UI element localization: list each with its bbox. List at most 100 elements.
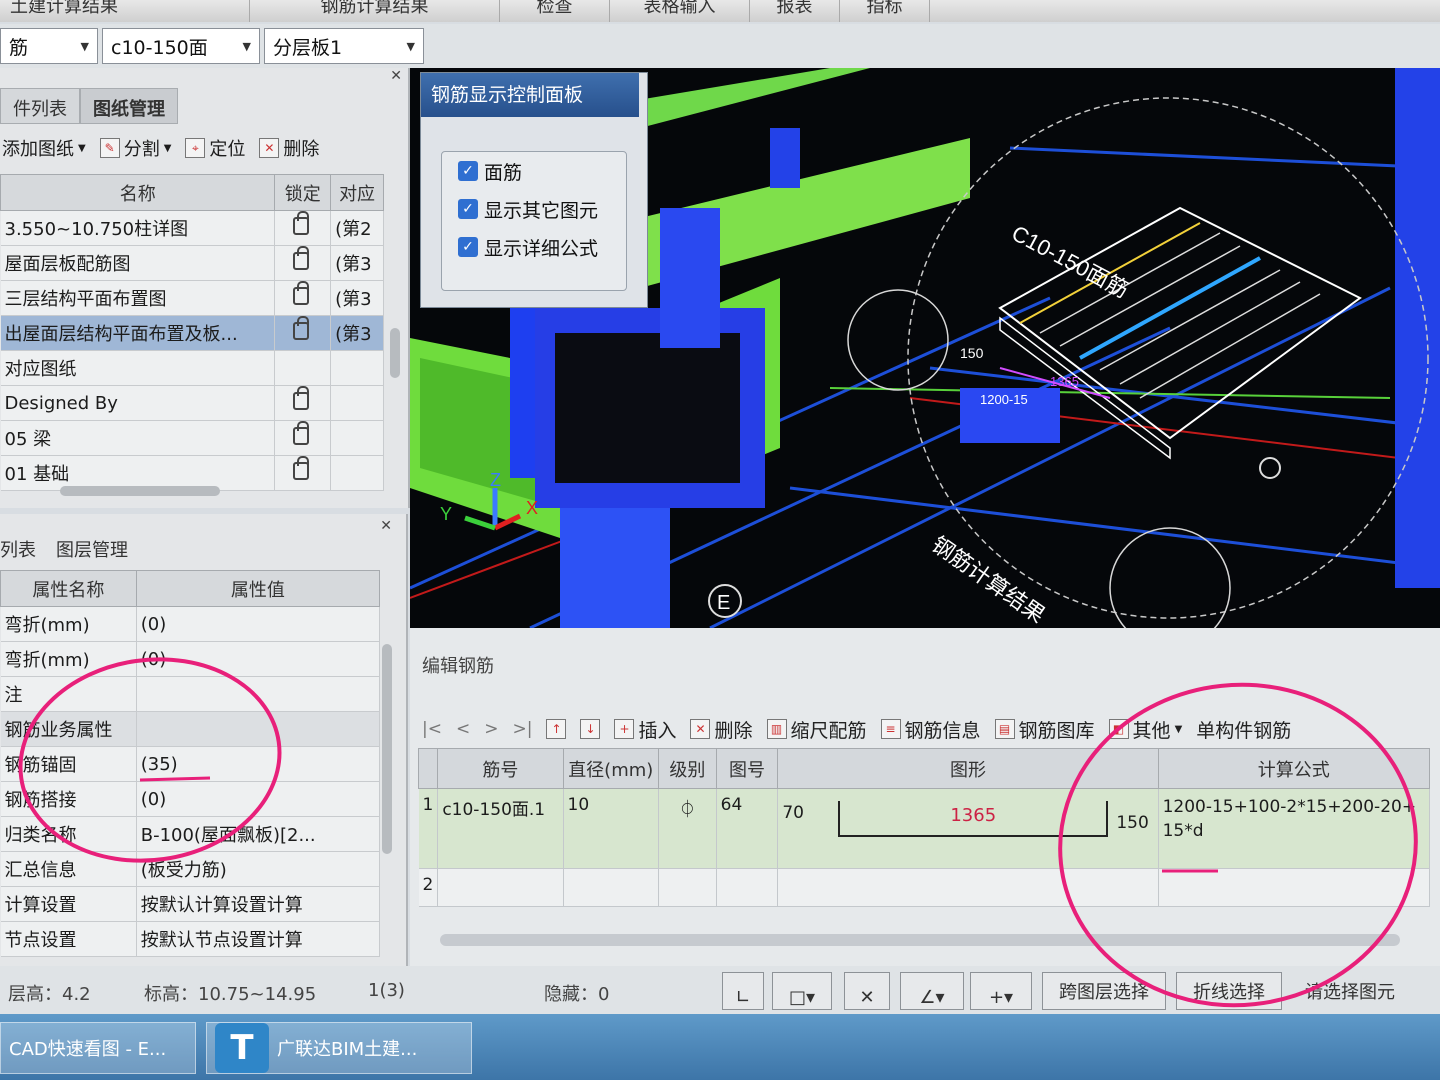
checkbox-show-detailed-formula[interactable]: ✓ 显示详细公式 bbox=[442, 228, 626, 266]
angle-button[interactable]: ∠▾ bbox=[900, 972, 964, 1010]
scale-rebar-button[interactable]: ▥ 缩尺配筋 bbox=[766, 716, 867, 743]
rebar-no-cell[interactable]: c10-150面.1 bbox=[437, 788, 564, 869]
formula-cell[interactable] bbox=[1158, 868, 1431, 907]
locate-button[interactable]: ⌖ 定位 bbox=[185, 135, 245, 161]
drawing-vertical-scrollbar[interactable] bbox=[390, 328, 400, 378]
ortho-button[interactable]: ∟ bbox=[722, 972, 764, 1010]
menu-item-table-input[interactable]: 表格输入 bbox=[610, 0, 750, 22]
rebar-library-button[interactable]: ▤ 钢筋图库 bbox=[994, 716, 1095, 743]
snap-button[interactable]: □▾ bbox=[772, 972, 832, 1010]
table-row[interactable]: Designed By bbox=[0, 385, 384, 421]
close-icon[interactable]: ✕ bbox=[390, 68, 402, 84]
prev-button[interactable]: < bbox=[456, 719, 470, 739]
formula-cell[interactable]: 1200-15+100-2*15+200-20+15*d bbox=[1158, 788, 1431, 869]
property-value[interactable] bbox=[136, 676, 381, 712]
property-vertical-scrollbar[interactable] bbox=[382, 644, 392, 854]
rotate-icon[interactable] bbox=[1259, 457, 1281, 479]
property-value[interactable]: B-100(屋面飘板)[2... bbox=[136, 816, 381, 852]
delete-rebar-button[interactable]: ✕ 删除 bbox=[690, 716, 753, 743]
cross-layer-select-button[interactable]: 跨图层选择 bbox=[1042, 972, 1166, 1010]
taskbar-item-cad-viewer[interactable]: CAD快速看图 - E... bbox=[0, 1022, 196, 1074]
shape-no-cell[interactable] bbox=[716, 868, 779, 907]
rebar-horizontal-scrollbar[interactable] bbox=[440, 934, 1400, 946]
diameter-cell[interactable]: 10 bbox=[563, 788, 660, 869]
checkbox-top-rebar[interactable]: ✓ 面筋 bbox=[442, 152, 626, 190]
lock-cell[interactable] bbox=[274, 280, 332, 316]
tab-component-list[interactable]: 件列表 bbox=[0, 88, 80, 124]
move-up-icon[interactable]: ↑ bbox=[546, 719, 567, 739]
table-row[interactable]: 注 bbox=[0, 676, 381, 712]
move-down-icon[interactable]: ↓ bbox=[580, 719, 601, 739]
single-component-rebar-button[interactable]: 单构件钢筋 bbox=[1196, 716, 1291, 743]
grade-cell[interactable] bbox=[658, 868, 717, 907]
shape-no-cell[interactable]: 64 bbox=[716, 788, 779, 869]
control-panel-title[interactable]: 钢筋显示控制面板 bbox=[421, 73, 639, 117]
last-button[interactable]: >| bbox=[512, 719, 532, 739]
element-name-select[interactable]: c10-150面 ▼ bbox=[102, 28, 260, 64]
element-type-select[interactable]: 筋 ▼ bbox=[0, 28, 98, 64]
table-row[interactable]: 弯折(mm) (0) bbox=[0, 606, 381, 642]
lock-cell[interactable] bbox=[274, 245, 332, 281]
rebar-no-cell[interactable] bbox=[437, 868, 564, 907]
lock-cell[interactable] bbox=[274, 385, 332, 421]
layer-select[interactable]: 分层板1 ▼ bbox=[264, 28, 424, 64]
table-row-group[interactable]: 钢筋业务属性 bbox=[0, 711, 381, 747]
table-row[interactable]: 汇总信息 (板受力筋) bbox=[0, 851, 381, 887]
diameter-cell[interactable] bbox=[563, 868, 660, 907]
shape-right-length[interactable]: 150 bbox=[1116, 813, 1148, 833]
split-button[interactable]: ✎ 分割 ▼ bbox=[99, 135, 171, 161]
table-row[interactable]: 2 bbox=[418, 868, 1431, 907]
grade-cell[interactable]: ⏀ bbox=[658, 788, 717, 869]
lock-cell[interactable] bbox=[274, 315, 332, 351]
taskbar-item-glodon-bim[interactable]: T 广联达BIM土建... bbox=[206, 1022, 472, 1074]
tab-layer-management[interactable]: 图层管理 bbox=[56, 536, 128, 562]
add-drawing-button[interactable]: 添加图纸 ▼ bbox=[2, 135, 86, 161]
property-value[interactable]: (35) bbox=[136, 746, 381, 782]
polyline-select-button[interactable]: 折线选择 bbox=[1176, 972, 1282, 1010]
column-header-lock[interactable]: 锁定 bbox=[274, 174, 332, 211]
shape-main-length[interactable]: 1365 bbox=[950, 805, 996, 826]
tab-drawing-management[interactable]: 图纸管理 bbox=[80, 88, 178, 124]
property-value[interactable]: 按默认计算设置计算 bbox=[136, 886, 381, 922]
first-button[interactable]: |< bbox=[422, 719, 442, 739]
table-row[interactable]: 三层结构平面布置图 (第3 bbox=[0, 280, 384, 316]
checkbox-show-other-elements[interactable]: ✓ 显示其它图元 bbox=[442, 190, 626, 228]
table-row[interactable]: 弯折(mm) (0) bbox=[0, 641, 381, 677]
next-button[interactable]: > bbox=[484, 719, 498, 739]
add-point-button[interactable]: +▾ bbox=[970, 972, 1032, 1010]
shape-cell[interactable] bbox=[777, 868, 1159, 907]
cross-button[interactable]: ✕ bbox=[844, 972, 890, 1010]
table-row[interactable]: 钢筋锚固 (35) bbox=[0, 746, 381, 782]
3d-viewport[interactable]: Z X Y E C10-150面筋 150 1200-15 1365 钢筋计算结… bbox=[410, 68, 1440, 628]
table-row[interactable]: 屋面层板配筋图 (第3 bbox=[0, 245, 384, 281]
table-row[interactable]: 计算设置 按默认计算设置计算 bbox=[0, 886, 381, 922]
property-value[interactable]: (板受力筋) bbox=[136, 851, 381, 887]
table-row[interactable]: 归类名称 B-100(屋面飘板)[2... bbox=[0, 816, 381, 852]
other-button[interactable]: ◧ 其他 ▼ bbox=[1108, 716, 1182, 743]
menu-item-index[interactable]: 指标 bbox=[840, 0, 930, 22]
shape-cell[interactable]: 70 1365 150 bbox=[777, 788, 1159, 869]
menu-item-report[interactable]: 报表 bbox=[750, 0, 840, 22]
menu-item-rebar-result[interactable]: 钢筋计算结果 bbox=[250, 0, 500, 22]
table-row[interactable]: 3.550~10.750柱详图 (第2 bbox=[0, 210, 384, 246]
close-icon[interactable]: ✕ bbox=[380, 518, 392, 534]
table-row[interactable]: 05 梁 bbox=[0, 420, 384, 456]
menu-item-civil-result[interactable]: 土建计算结果 bbox=[0, 0, 250, 22]
column-header-link[interactable]: 对应 bbox=[330, 174, 384, 211]
table-row[interactable]: 节点设置 按默认节点设置计算 bbox=[0, 921, 381, 957]
table-row[interactable]: 1 c10-150面.1 10 ⏀ 64 70 1365 150 1200-15… bbox=[418, 788, 1431, 869]
property-value[interactable]: 按默认节点设置计算 bbox=[136, 921, 381, 957]
lock-cell[interactable] bbox=[274, 210, 332, 246]
table-row-selected[interactable]: 出屋面层结构平面布置及板... (第3 bbox=[0, 315, 384, 351]
menu-item-check[interactable]: 检查 bbox=[500, 0, 610, 22]
property-value[interactable]: (0) bbox=[136, 606, 381, 642]
property-value[interactable]: (0) bbox=[136, 641, 381, 677]
table-row[interactable]: 对应图纸 bbox=[0, 350, 384, 386]
lock-cell[interactable] bbox=[274, 455, 332, 491]
rebar-info-button[interactable]: ≡ 钢筋信息 bbox=[880, 716, 981, 743]
lock-cell[interactable] bbox=[274, 420, 332, 456]
shape-left-length[interactable]: 70 bbox=[782, 803, 804, 823]
insert-button[interactable]: + 插入 bbox=[614, 716, 676, 743]
delete-drawing-button[interactable]: ✕ 删除 bbox=[259, 135, 319, 161]
tab-list[interactable]: 列表 bbox=[0, 536, 36, 562]
